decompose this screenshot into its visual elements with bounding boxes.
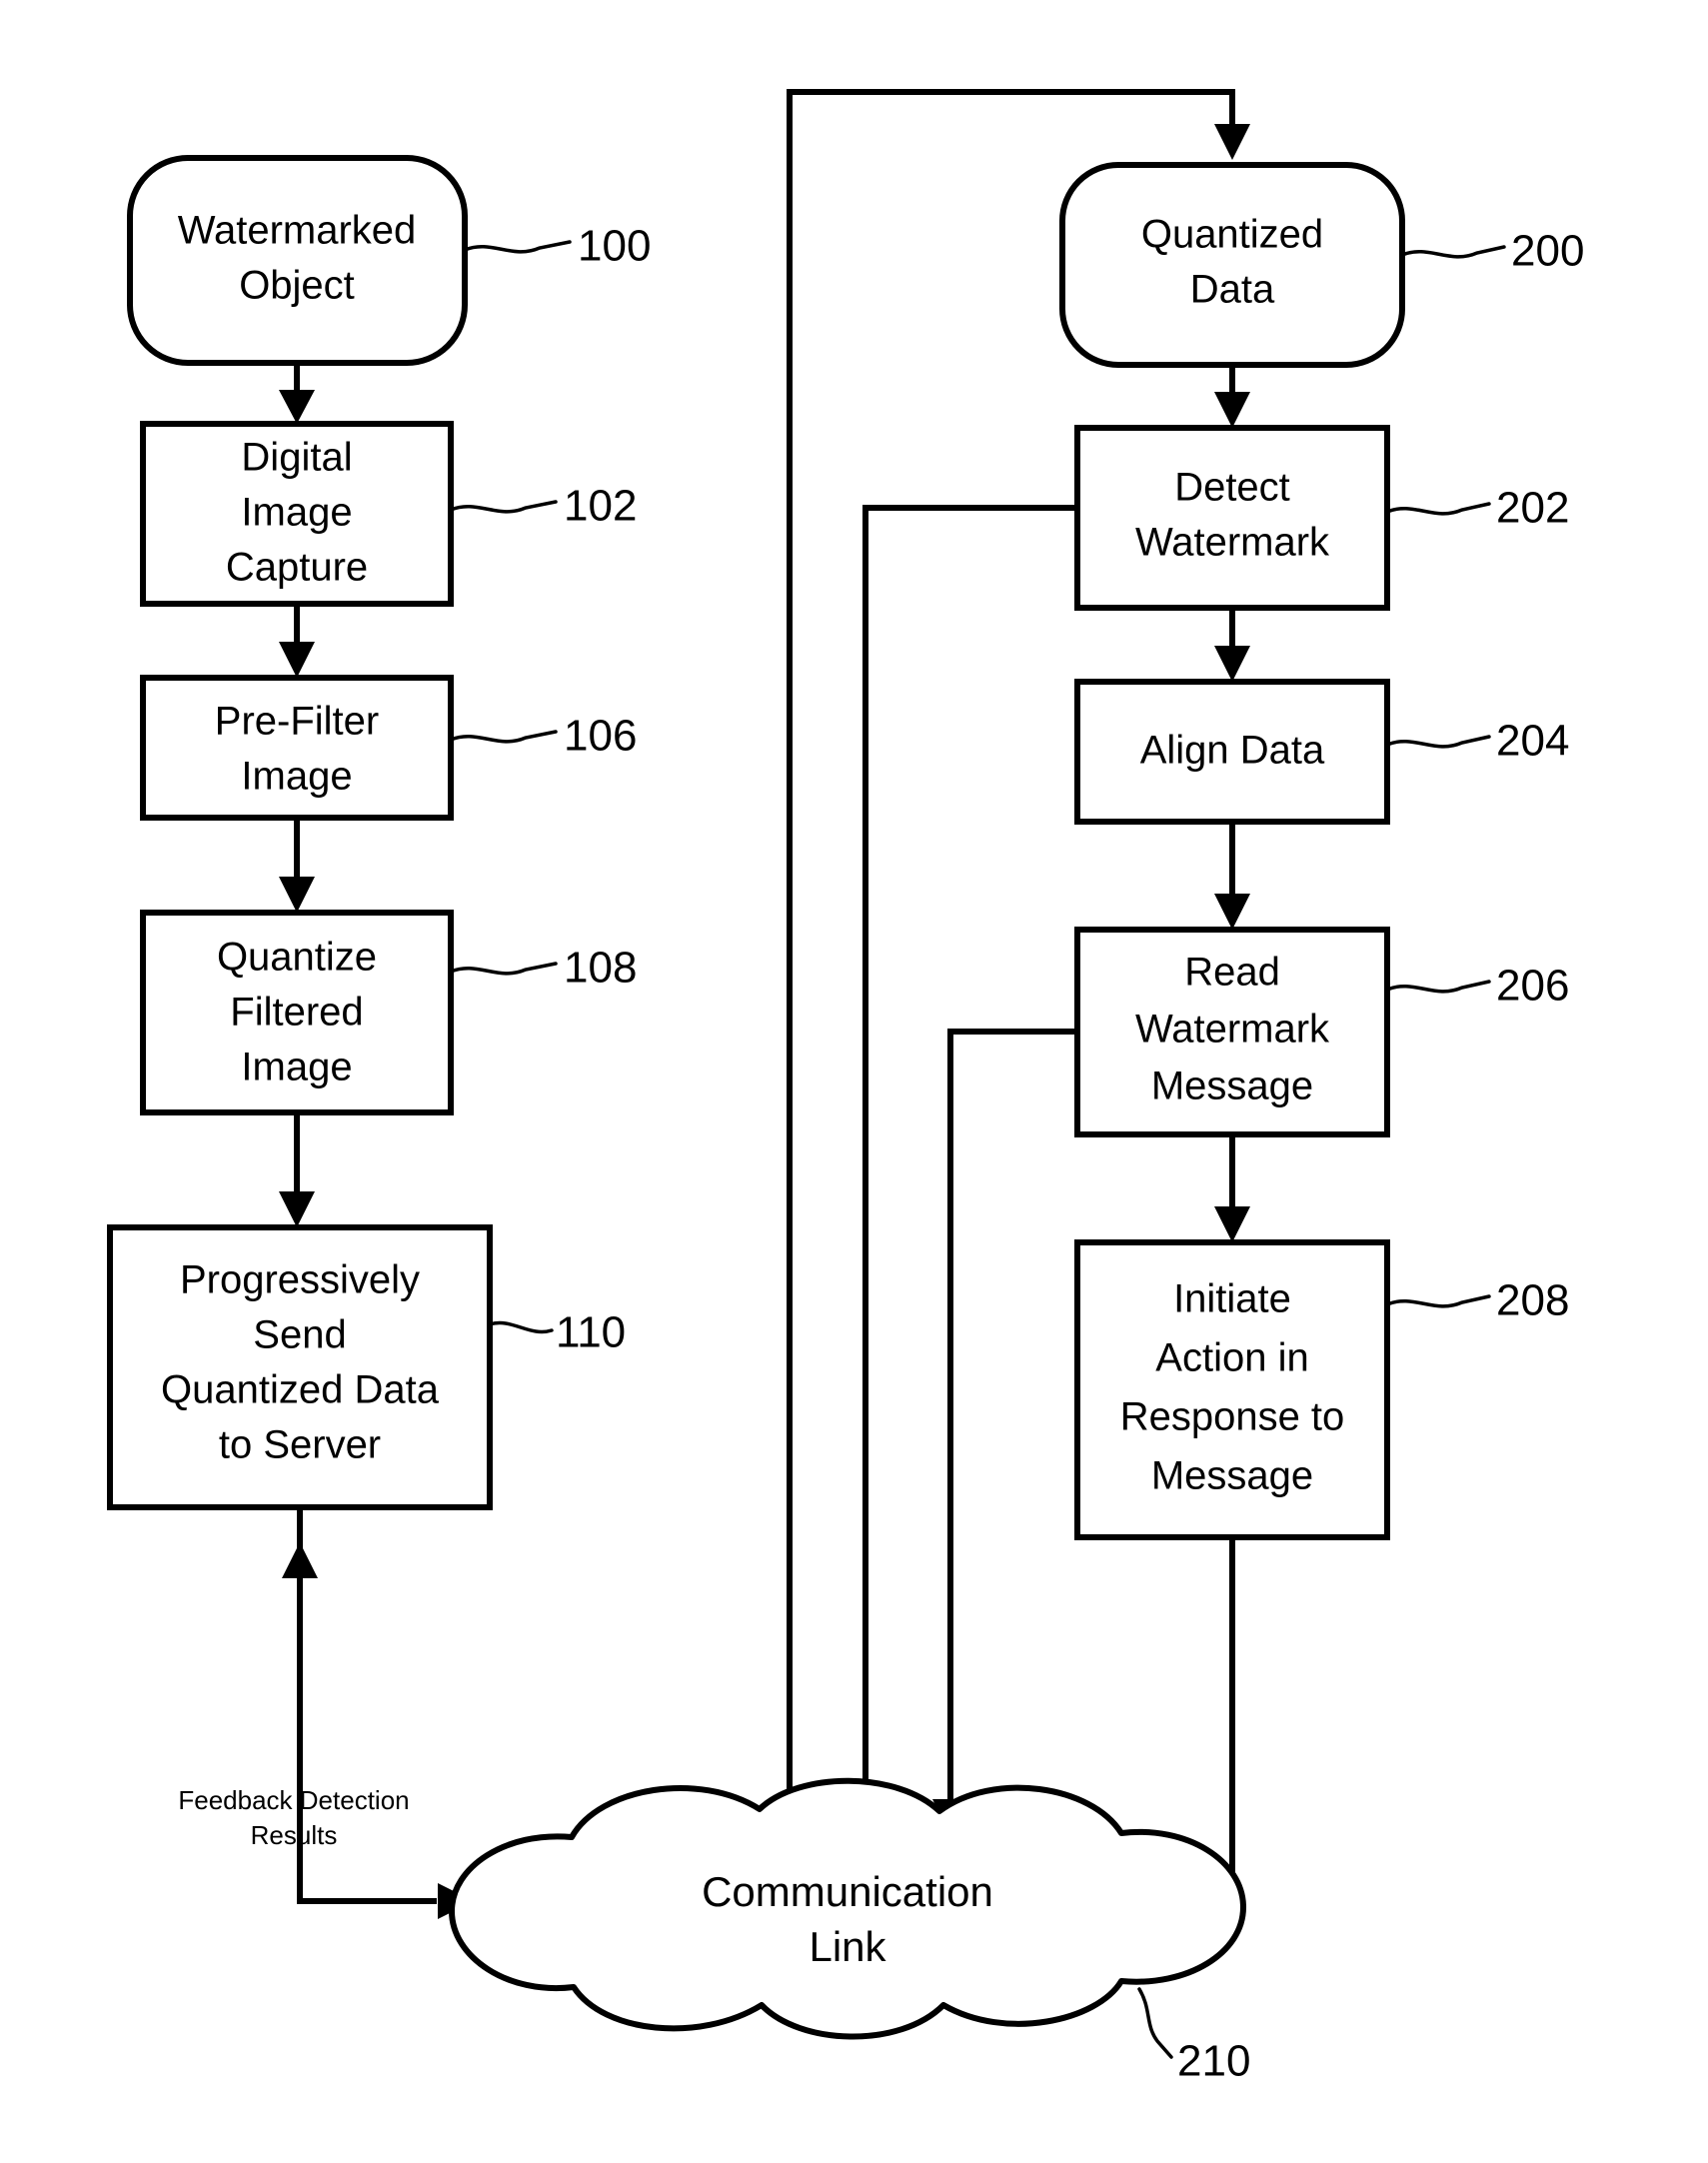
node-read-watermark-message[interactable]: Read Watermark Message <box>1074 927 1390 1137</box>
node-progressively-send[interactable]: Progressively Send Quantized Data to Ser… <box>107 1224 493 1510</box>
leader-line-210 <box>1137 1987 1173 2059</box>
pre-filter-image-label-line1: Pre-Filter <box>215 700 379 744</box>
ref-number-206: 206 <box>1496 962 1569 1011</box>
read-watermark-message-label-line3: Message <box>1151 1065 1313 1108</box>
leader-line-108 <box>449 962 558 976</box>
leader-line-202 <box>1385 502 1491 516</box>
arrow-align-to-read <box>1214 822 1250 930</box>
feedback-label-line1: Feedback Detection <box>178 1785 409 1815</box>
watermarked-object-label-line2: Object <box>239 264 355 308</box>
node-detect-watermark[interactable]: Detect Watermark <box>1074 425 1390 611</box>
communication-link-label-line1: Communication <box>702 1868 993 1915</box>
quantized-data-shape[interactable] <box>1059 162 1405 368</box>
node-initiate-action[interactable]: Initiate Action in Response to Message <box>1074 1239 1390 1540</box>
node-watermarked-object[interactable]: Watermarked Object <box>127 155 468 366</box>
pre-filter-image-label-line2: Image <box>241 755 352 799</box>
quantized-data-label-line2: Data <box>1190 268 1275 312</box>
leader-line-110 <box>488 1320 554 1334</box>
ref-number-110: 110 <box>556 1308 626 1357</box>
watermarked-object-label-line1: Watermarked <box>178 209 417 253</box>
leader-line-206 <box>1385 980 1491 994</box>
ref-number-202: 202 <box>1496 484 1569 533</box>
initiate-action-label-line3: Response to <box>1120 1395 1345 1439</box>
feedback-label-line2: Results <box>251 1820 338 1850</box>
initiate-action-label-line4: Message <box>1151 1454 1313 1498</box>
detect-watermark-shape[interactable] <box>1074 425 1390 611</box>
quantize-filtered-image-label-line2: Filtered <box>230 991 363 1035</box>
node-quantized-data[interactable]: Quantized Data <box>1059 162 1405 368</box>
path-detect-watermark-to-cloud <box>848 505 1077 1825</box>
initiate-action-label-line2: Action in <box>1155 1336 1308 1380</box>
flowchart-canvas: Watermarked Object 100 Digital Image Cap… <box>107 89 1584 2086</box>
read-watermark-message-label-line1: Read <box>1184 951 1280 995</box>
node-align-data[interactable]: Align Data <box>1074 679 1390 825</box>
watermarked-object-shape[interactable] <box>127 155 468 366</box>
progressively-send-label-line2: Send <box>253 1313 346 1357</box>
digital-image-capture-label-line2: Image <box>241 491 352 535</box>
patent-figure: Watermarked Object 100 Digital Image Cap… <box>0 0 1708 2163</box>
node-communication-link[interactable]: Communication Link <box>449 1777 1246 2040</box>
path-read-message-to-cloud <box>932 1029 1077 1835</box>
align-data-label-line1: Align Data <box>1140 729 1325 773</box>
arrow-quantizeddata-to-detect <box>1214 365 1250 428</box>
quantize-filtered-image-label-line1: Quantize <box>217 936 377 980</box>
leader-line-200 <box>1400 245 1506 259</box>
arrow-object-to-capture <box>279 363 315 424</box>
quantized-data-label-line1: Quantized <box>1141 213 1323 257</box>
digital-image-capture-label-line1: Digital <box>241 436 352 480</box>
node-quantize-filtered-image[interactable]: Quantize Filtered Image <box>140 910 454 1115</box>
digital-image-capture-label-line3: Capture <box>226 546 368 590</box>
progressively-send-label-line1: Progressively <box>180 1258 420 1302</box>
read-watermark-message-label-line2: Watermark <box>1135 1008 1330 1052</box>
communication-link-label-line2: Link <box>809 1923 886 1970</box>
leader-line-102 <box>449 500 558 514</box>
progressively-send-label-line4: to Server <box>219 1423 381 1467</box>
arrow-capture-to-prefilter <box>279 604 315 678</box>
leader-line-106 <box>449 730 558 744</box>
ref-number-108: 108 <box>564 944 637 993</box>
progressively-send-label-line3: Quantized Data <box>161 1368 440 1412</box>
ref-number-208: 208 <box>1496 1276 1569 1325</box>
ref-number-100: 100 <box>578 222 651 271</box>
arrow-read-to-initiate <box>1214 1134 1250 1242</box>
arrow-quantize-to-send <box>279 1112 315 1227</box>
ref-number-204: 204 <box>1496 717 1569 766</box>
ref-number-102: 102 <box>564 482 637 531</box>
arrow-prefilter-to-quantize <box>279 818 315 913</box>
quantize-filtered-image-label-line3: Image <box>241 1046 352 1089</box>
detect-watermark-label-line2: Watermark <box>1135 521 1330 565</box>
leader-line-100 <box>463 240 572 254</box>
path-send-to-cloud <box>297 1507 474 1919</box>
ref-number-200: 200 <box>1511 227 1584 276</box>
node-pre-filter-image[interactable]: Pre-Filter Image <box>140 675 454 821</box>
node-digital-image-capture[interactable]: Digital Image Capture <box>140 421 454 607</box>
arrow-detect-to-align <box>1214 608 1250 682</box>
leader-line-204 <box>1385 735 1491 749</box>
ref-number-106: 106 <box>564 712 637 761</box>
ref-number-210: 210 <box>1177 2037 1250 2086</box>
detect-watermark-label-line1: Detect <box>1174 466 1290 510</box>
initiate-action-label-line1: Initiate <box>1173 1277 1291 1321</box>
leader-line-208 <box>1385 1294 1491 1308</box>
